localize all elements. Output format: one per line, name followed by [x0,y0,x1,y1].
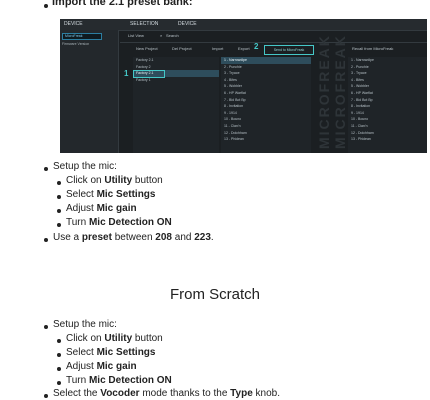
list-item[interactable]: 10 - Bouno [221,116,311,123]
bullet-dot [57,339,61,343]
list-item[interactable]: 3 - Tryace [348,70,427,77]
view-toolbar: List View ⌕ Search [120,30,427,43]
list-item[interactable]: 8 - Invitation [221,103,311,110]
import-button[interactable]: Import [212,46,223,51]
project-highlight [133,70,165,78]
bullet-dot [57,195,61,199]
tab-selection[interactable]: SELECTION [130,21,158,27]
tab-device[interactable]: DEVICE [178,21,197,27]
device-select[interactable]: MicroFreak [62,33,102,40]
bullet-dot [44,238,48,242]
list-item[interactable]: 7 - Bid Bot Bp [221,97,311,104]
list-item[interactable]: 12 - Dolchham [221,130,311,137]
bullet-dot [57,353,61,357]
callout-one: 1 [124,69,129,78]
list-item[interactable]: 4 - Bifes [348,77,427,84]
list-item[interactable]: 11 - Clan'n [348,123,427,130]
list-item[interactable]: 5 - Wobbler [348,83,427,90]
new-project-button[interactable]: New Project [136,46,158,51]
export-button[interactable]: Export [238,46,250,51]
list-item[interactable]: 11 - Clan'n [221,123,311,130]
bullet-dot [57,181,61,185]
list-item[interactable]: 6 - HP Warflat [221,90,311,97]
bullet-dot [44,325,48,329]
import-heading: Import the 2.1 preset bank: [52,0,193,8]
list-item[interactable]: 4 - Bifes [221,77,311,84]
microfreak-watermark-right: MICROFREAK [332,34,348,149]
list-item[interactable]: 3 - Tryace [221,70,311,77]
step-mic-gain: Adjust Mic gain [66,361,137,372]
step-mic-detection: Turn Mic Detection ON [66,217,172,228]
step-vocoder: Select the Vocoder mode thanks to the Ty… [53,388,281,399]
search-button[interactable]: Search [166,33,179,38]
setup-mic-text: Setup the mic: [53,161,117,172]
list-item[interactable]: 12 - Dolchham [348,130,427,137]
step-mic-settings: Select Mic Settings [66,189,156,200]
list-item[interactable]: 1 - Narrowdipe [221,57,311,64]
step-utility: Click on Utility button [66,333,163,344]
bullet-dot [57,367,61,371]
from-scratch-heading: From Scratch [169,286,260,303]
list-item[interactable]: 2 - Punchie [221,64,311,71]
del-project-button[interactable]: Del Project [172,46,192,51]
action-toolbar: New Project Del Project Import Export 2 … [120,42,427,55]
list-item[interactable]: 10 - Bouno [348,116,427,123]
send-to-microfreak-button[interactable]: Send to MicroFreak [264,45,314,55]
tab-device-left[interactable]: DEVICE [64,21,83,27]
bullet-dot [44,167,48,171]
preset-list: 1 - Narrowdipe 2 - Punchie 3 - Tryace 4 … [221,57,311,153]
device-sidebar: MicroFreak Firmware Version [60,30,119,153]
bullet-dot [57,209,61,213]
list-view-button[interactable]: List View [128,33,144,38]
list-item[interactable]: 9 - 1914 [348,110,427,117]
list-item[interactable]: 13 - Phidean [221,136,311,143]
callout-two: 2 [254,42,259,51]
list-item[interactable]: 1 - Narrowdipe [348,57,427,64]
preset-bank-screenshot: DEVICE SELECTION DEVICE MicroFreak Firmw… [60,19,427,153]
list-item[interactable]: 6 - HP Warflat [348,90,427,97]
list-item[interactable]: Factory 2.1 [133,57,219,64]
bullet-dot [44,394,48,398]
step-mic-gain: Adjust Mic gain [66,203,137,214]
setup-mic-text: Setup the mic: [53,319,117,330]
recall-button[interactable]: Recall from MicroFreak [352,46,393,51]
bullet-dot [57,223,61,227]
firmware-label: Firmware Version [62,42,90,46]
list-item[interactable]: 8 - Invitation [348,103,427,110]
microfreak-watermark-left: MICROFREAK [316,34,332,149]
list-item[interactable]: 2 - Punchie [348,64,427,71]
device-preset-list: 1 - Narrowdipe 2 - Punchie 3 - Tryace 4 … [348,57,427,153]
step-mic-settings: Select Mic Settings [66,347,156,358]
search-icon[interactable]: ⌕ [160,33,162,38]
list-item[interactable]: 13 - Phidean [348,136,427,143]
list-item[interactable]: 7 - Bid Bot Bp [348,97,427,104]
bullet-dot [44,4,48,8]
bullet-dot [57,381,61,385]
list-item[interactable]: 9 - 1914 [221,110,311,117]
step-mic-detection: Turn Mic Detection ON [66,375,172,386]
step-use-preset: Use a preset between 208 and 223. [53,232,214,243]
list-item[interactable]: 5 - Wobbler [221,83,311,90]
step-utility: Click on Utility button [66,175,163,186]
